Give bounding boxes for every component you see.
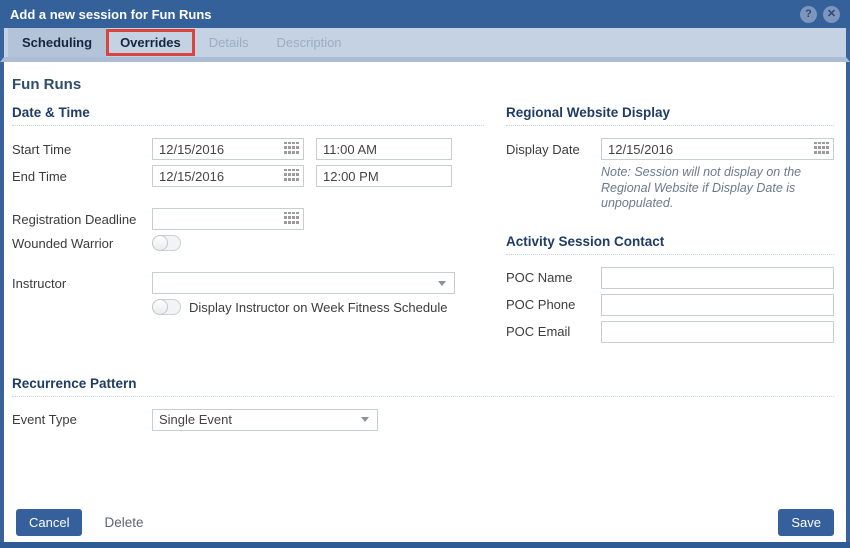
delete-button[interactable]: Delete [104, 515, 143, 530]
poc-name-row: POC Name [506, 266, 834, 289]
tab-overrides[interactable]: Overrides [109, 32, 192, 53]
add-session-dialog: Add a new session for Fun Runs ? ✕ Sched… [0, 0, 850, 548]
poc-name-label: POC Name [506, 270, 573, 286]
poc-email-input[interactable] [601, 320, 834, 343]
tab-details: Details [208, 35, 249, 50]
dialog-bottom-border [0, 542, 850, 548]
instructor-row: Instructor [12, 272, 484, 294]
annotation-highlight: Overrides [106, 29, 195, 56]
display-instructor-toggle[interactable] [152, 299, 181, 315]
dialog-titlebar: Add a new session for Fun Runs ? ✕ [0, 0, 850, 28]
start-date-input[interactable] [152, 138, 304, 160]
poc-name-input[interactable] [601, 266, 834, 289]
poc-email-row: POC Email [506, 320, 834, 343]
toggle-knob [152, 299, 168, 315]
dialog-footer: Cancel Delete Save [0, 502, 850, 542]
calendar-icon[interactable] [284, 142, 299, 156]
left-column: Date & Time Start Time 12/15/2016 11:00 … [12, 105, 484, 348]
chevron-down-icon [438, 280, 446, 286]
toggle-knob [152, 235, 168, 251]
right-column: Regional Website Display Display Date 12… [506, 105, 834, 348]
event-type-label: Event Type [12, 412, 77, 428]
dialog-title: Add a new session for Fun Runs [10, 6, 212, 22]
display-date-input[interactable] [601, 138, 834, 160]
start-time-row: Start Time [12, 138, 484, 160]
form-columns: Date & Time Start Time 12/15/2016 11:00 … [12, 105, 834, 348]
end-time-label: End Time [12, 168, 67, 184]
section-activity-contact: Activity Session Contact [506, 234, 834, 255]
section-regional-website: Regional Website Display [506, 105, 834, 126]
end-time-row: End Time [12, 165, 484, 187]
poc-phone-row: POC Phone [506, 293, 834, 316]
display-instructor-row: Display Instructor on Week Fitness Sched… [152, 299, 484, 315]
start-date-wrap [152, 138, 304, 160]
section-recurrence-pattern: Recurrence Pattern [12, 376, 834, 397]
instructor-select[interactable] [152, 272, 455, 294]
help-icon[interactable]: ? [800, 5, 817, 23]
cancel-button[interactable]: Cancel [16, 508, 83, 536]
tab-bar: Scheduling Overrides Details Description [0, 28, 850, 62]
calendar-icon[interactable] [284, 169, 299, 183]
display-date-wrap [601, 138, 834, 160]
start-time-label: Start Time [12, 141, 72, 157]
end-time-input[interactable] [316, 165, 452, 187]
tab-scheduling[interactable]: Scheduling [8, 28, 107, 57]
page-title: Fun Runs [12, 76, 82, 93]
wounded-warrior-row: Wounded Warrior [12, 235, 484, 251]
end-date-wrap [152, 165, 304, 187]
event-type-selected-value: Single Event [159, 412, 232, 428]
registration-deadline-label: Registration Deadline [12, 211, 137, 227]
display-instructor-label: Display Instructor on Week Fitness Sched… [189, 299, 448, 315]
calendar-icon[interactable] [284, 212, 299, 226]
poc-email-label: POC Email [506, 324, 571, 340]
event-type-row: Event Type Single Event [12, 408, 834, 431]
close-icon[interactable]: ✕ [823, 5, 840, 23]
instructor-label: Instructor [12, 275, 67, 291]
display-date-row: Display Date [506, 138, 834, 160]
tab-description: Description [276, 35, 342, 50]
end-date-input[interactable] [152, 165, 304, 187]
display-date-note: Note: Session will not display on the Re… [601, 165, 802, 211]
section-date-time: Date & Time [12, 105, 484, 126]
save-button[interactable]: Save [778, 508, 834, 536]
registration-deadline-wrap [152, 208, 304, 230]
poc-phone-label: POC Phone [506, 297, 576, 313]
dialog-content: Fun Runs Date & Time Start Time 12/15/20… [0, 62, 850, 502]
wounded-warrior-toggle[interactable] [152, 235, 181, 251]
chevron-down-icon [361, 417, 369, 423]
poc-phone-input[interactable] [601, 293, 834, 316]
registration-deadline-row: Registration Deadline [12, 208, 484, 230]
calendar-icon[interactable] [814, 142, 829, 156]
registration-deadline-input[interactable] [152, 208, 304, 230]
start-time-input[interactable] [316, 138, 452, 160]
display-date-label: Display Date [506, 141, 580, 157]
event-type-select[interactable]: Single Event [152, 408, 378, 431]
wounded-warrior-label: Wounded Warrior [12, 235, 114, 251]
